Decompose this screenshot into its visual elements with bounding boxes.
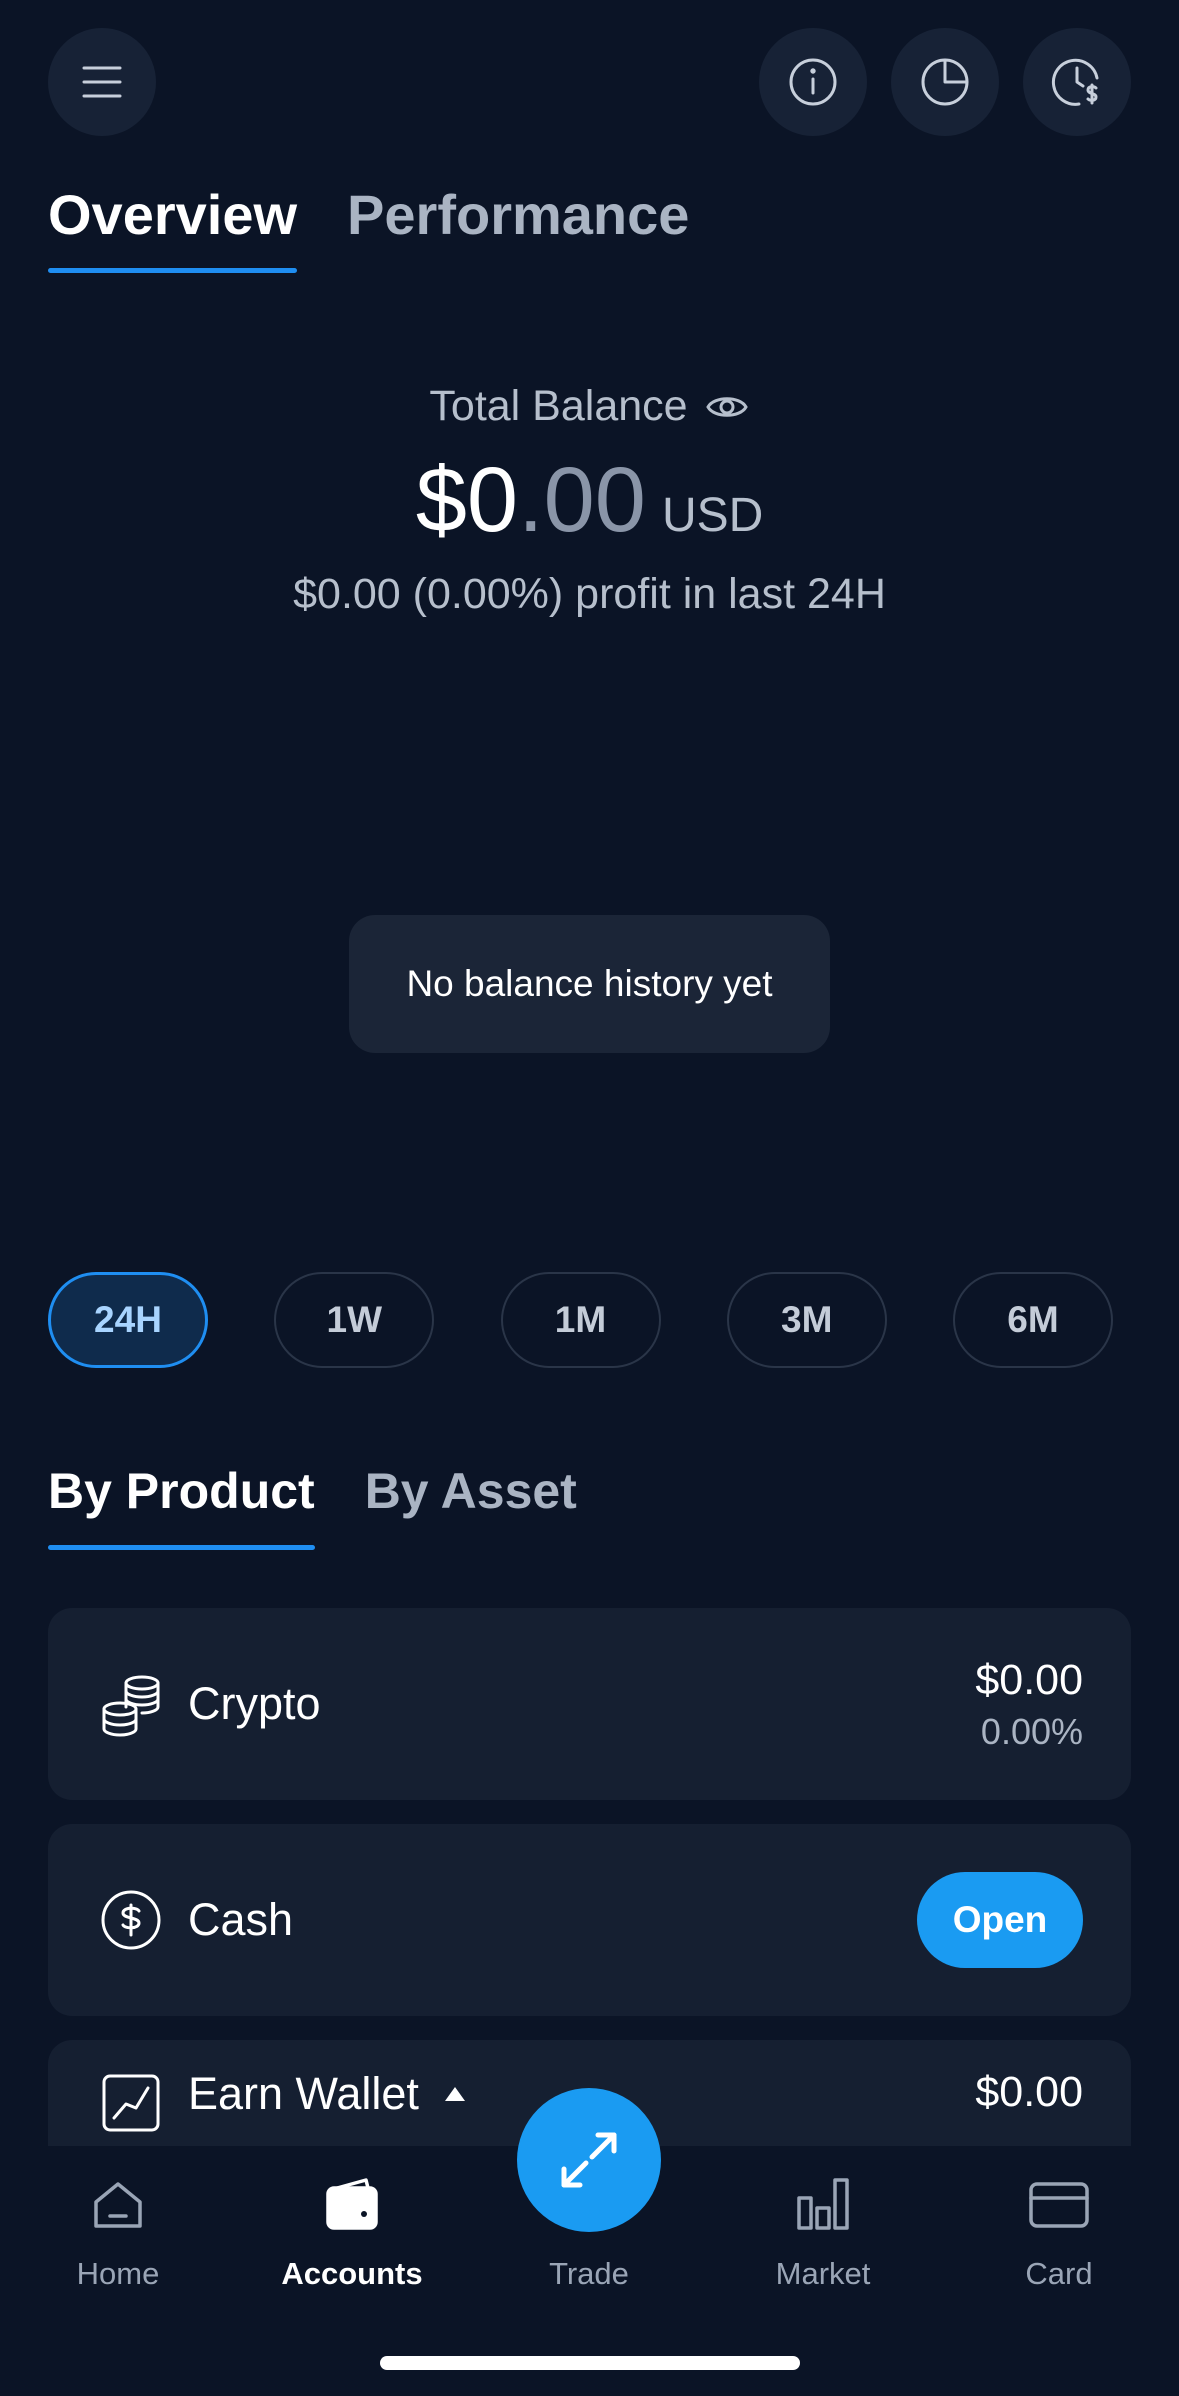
crypto-values: $0.00 0.00% <box>975 1656 1083 1753</box>
caret-up-icon <box>444 2087 465 2101</box>
cash-open-button[interactable]: Open <box>917 1872 1083 1968</box>
nav-market[interactable]: Market <box>733 2172 913 2292</box>
swap-arrows-icon <box>561 2132 617 2188</box>
balance-decimal: .00 <box>518 449 646 551</box>
nav-trade-label: Trade <box>549 2256 629 2291</box>
menu-button[interactable] <box>48 28 156 136</box>
product-card-crypto[interactable]: Crypto $0.00 0.00% <box>48 1608 1131 1800</box>
product-label-crypto: Crypto <box>188 1678 321 1729</box>
period-3m[interactable]: 3M <box>726 1272 887 1368</box>
crypto-percent: 0.00% <box>980 1710 1083 1752</box>
nav-accounts-label: Accounts <box>281 2256 423 2291</box>
wallet-icon <box>326 2178 378 2230</box>
balance-integer: $0 <box>415 449 519 551</box>
nav-home-label: Home <box>76 2256 160 2291</box>
portfolio-chart-button[interactable] <box>891 28 999 136</box>
nav-home[interactable]: Home <box>28 2172 208 2292</box>
earn-values: $0.00 <box>975 2068 1083 2117</box>
product-label-earn: Earn Wallet <box>188 2068 419 2119</box>
tab-performance[interactable]: Performance <box>347 182 689 273</box>
hamburger-icon <box>82 66 122 98</box>
home-indicator[interactable] <box>380 2356 800 2370</box>
tab-by-product[interactable]: By Product <box>48 1462 315 1550</box>
main-tabs: Overview Performance <box>48 182 689 273</box>
total-balance-label: Total Balance <box>429 382 688 430</box>
profit-text: $0.00 (0.00%) profit in last 24H <box>293 570 886 618</box>
info-icon <box>789 58 837 106</box>
dollar-circle-icon <box>96 1885 166 1955</box>
balance-currency: USD <box>661 489 764 542</box>
breakdown-tabs: By Product By Asset <box>48 1462 577 1550</box>
clock-dollar-icon <box>1051 58 1099 106</box>
period-1m[interactable]: 1M <box>500 1272 661 1368</box>
period-1w[interactable]: 1W <box>274 1272 435 1368</box>
product-card-cash[interactable]: Cash Open <box>48 1824 1131 2016</box>
screen: Overview Performance Total Balance $0 .0… <box>0 0 1179 2396</box>
balance-amount: $0 .00 USD <box>0 448 1179 553</box>
nav-market-label: Market <box>775 2256 871 2291</box>
tab-overview[interactable]: Overview <box>48 182 298 273</box>
nav-accounts[interactable]: Accounts <box>262 2172 442 2292</box>
credit-card-icon <box>1029 2182 1089 2228</box>
product-label-cash: Cash <box>188 1894 294 1945</box>
trade-button[interactable] <box>517 2088 661 2232</box>
pie-chart-icon <box>921 58 969 106</box>
eye-icon[interactable] <box>704 384 750 430</box>
period-selector: 24H 1W 1M 3M 6M <box>48 1272 1113 1368</box>
nav-card[interactable]: Card <box>969 2172 1149 2292</box>
period-6m[interactable]: 6M <box>953 1272 1113 1368</box>
home-icon <box>94 2182 142 2228</box>
earn-chart-icon <box>96 2068 166 2138</box>
tab-by-asset[interactable]: By Asset <box>365 1462 577 1550</box>
total-balance-label-row: Total Balance <box>0 382 1179 431</box>
nav-card-label: Card <box>1025 2256 1093 2291</box>
earn-amount: $0.00 <box>975 2068 1083 2116</box>
crypto-amount: $0.00 <box>975 1655 1083 1704</box>
transaction-history-button[interactable] <box>1023 28 1131 136</box>
coins-stack-icon <box>96 1669 166 1739</box>
info-button[interactable] <box>759 28 867 136</box>
period-24h[interactable]: 24H <box>48 1272 208 1368</box>
bar-chart-icon <box>797 2178 849 2230</box>
empty-chart-message: No balance history yet <box>349 915 830 1053</box>
